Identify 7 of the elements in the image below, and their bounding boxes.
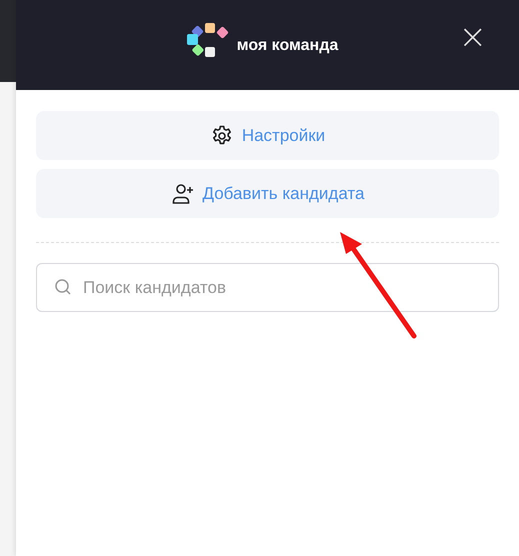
search-icon [54,278,72,296]
search-field[interactable]: Поиск кандидатов [36,263,499,312]
logo-text: моя команда [236,37,338,55]
add-person-icon [170,182,194,206]
close-button[interactable]: × [458,20,487,54]
add-candidate-button[interactable]: Добавить кандидата [36,169,499,218]
settings-button[interactable]: Настройки [36,111,499,160]
